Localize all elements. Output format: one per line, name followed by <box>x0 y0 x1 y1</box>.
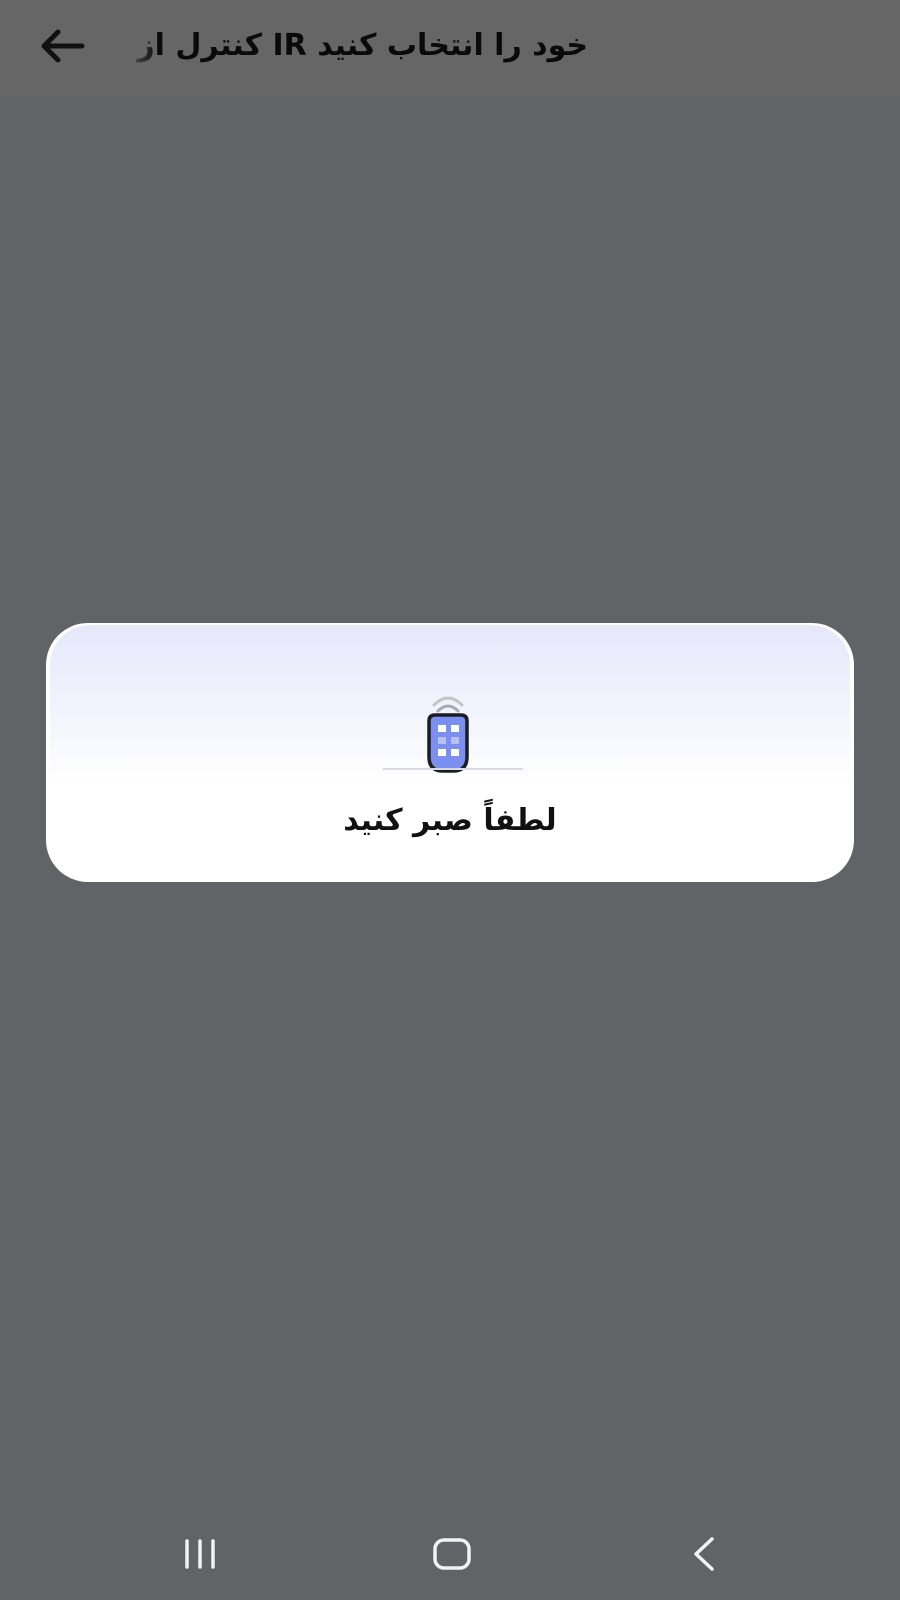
home-button[interactable] <box>412 1528 492 1580</box>
title-fade <box>118 18 158 74</box>
back-button[interactable] <box>30 20 94 72</box>
page-title-container: خود را انتخاب کنید IR کنترل از <box>118 18 588 74</box>
arrow-left-icon <box>41 29 85 63</box>
app-bar: خود را انتخاب کنید IR کنترل از <box>0 0 900 96</box>
screen: خود را انتخاب کنید IR کنترل از لطفاً صبر… <box>0 0 900 1600</box>
loading-dialog: لطفاً صبر کنید <box>46 623 854 882</box>
icon-baseline <box>383 768 523 770</box>
nav-back-button[interactable] <box>664 1528 744 1580</box>
please-wait-message: لطفاً صبر کنید <box>343 803 557 838</box>
recents-icon <box>185 1539 215 1569</box>
recents-button[interactable] <box>160 1528 240 1580</box>
system-nav-bar <box>0 1508 900 1600</box>
page-title: خود را انتخاب کنید IR کنترل از <box>137 28 588 63</box>
chevron-left-icon <box>694 1537 714 1571</box>
dialog-header <box>50 625 850 785</box>
home-icon <box>433 1538 471 1570</box>
ir-remote-icon <box>427 696 469 773</box>
